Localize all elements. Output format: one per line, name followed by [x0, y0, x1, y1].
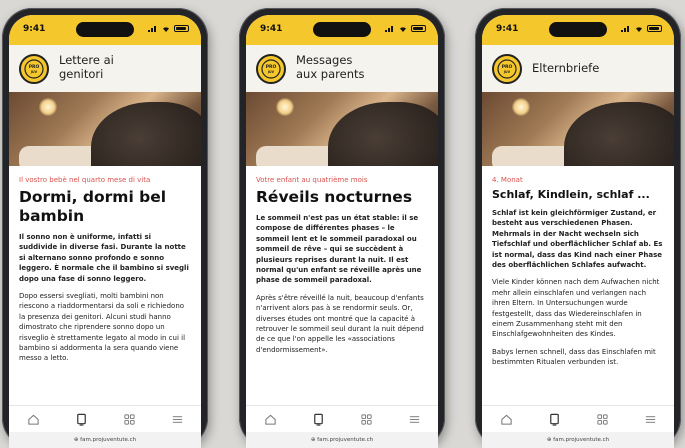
screen: 9:41 PRO JUV Lettere ai genitori Il vostr… — [9, 15, 201, 448]
tab-menu[interactable] — [171, 413, 184, 426]
tab-topics[interactable] — [123, 413, 136, 426]
phone-french: 9:41 PRO JUV Messages aux parents Votre e… — [239, 8, 445, 448]
lamp-glow — [512, 98, 530, 116]
tab-letters[interactable] — [548, 413, 561, 426]
article-lead: Schlaf ist kein gleichförmiger Zustand, … — [492, 209, 663, 270]
article-content: Il vostro bebè nel quarto mese di vita D… — [9, 166, 201, 404]
header-title: Messages aux parents — [296, 53, 365, 81]
system-icons — [385, 25, 426, 32]
tab-home[interactable] — [500, 413, 513, 426]
signal-icon — [148, 26, 156, 32]
article-paragraph: Dopo essersi svegliati, molti bambini no… — [19, 292, 186, 363]
parent-silhouette — [91, 102, 201, 166]
dynamic-island — [313, 22, 371, 37]
browser-url[interactable]: ⊕ fam.projuventute.ch — [482, 432, 674, 448]
signal-icon — [385, 26, 393, 32]
phone-german: 9:41 PRO JUV Elternbriefe 4. Monat Schlaf… — [475, 8, 681, 448]
browser-url[interactable]: ⊕ fam.projuventute.ch — [9, 432, 201, 448]
article-paragraph: Viele Kinder können nach dem Aufwachen n… — [492, 278, 660, 339]
svg-text:JUV: JUV — [267, 70, 275, 74]
app-header: PRO JUV Messages aux parents — [246, 45, 438, 92]
grid-icon — [123, 413, 135, 425]
lamp-glow — [39, 98, 57, 116]
svg-text:JUV: JUV — [503, 70, 511, 74]
article-kicker: Il vostro bebè nel quarto mese di vita — [19, 176, 151, 184]
system-icons — [621, 25, 662, 32]
battery-icon — [411, 25, 426, 32]
header-title: Elternbriefe — [532, 61, 600, 75]
article-headline: Schlaf, Kindlein, schlaf ... — [492, 188, 650, 201]
tab-menu[interactable] — [644, 413, 657, 426]
app-header: PRO JUV Elternbriefe — [482, 45, 674, 92]
article-content: 4. Monat Schlaf, Kindlein, schlaf ... Sc… — [482, 166, 674, 404]
tab-bar — [9, 405, 201, 432]
pro-juventute-logo[interactable]: PRO JUV — [19, 54, 49, 84]
logo-mark-icon: PROJUV — [261, 59, 281, 79]
home-icon — [27, 414, 39, 425]
article-kicker: 4. Monat — [492, 176, 523, 184]
status-time: 9:41 — [23, 24, 46, 34]
screen: 9:41 PRO JUV Elternbriefe 4. Monat Schlaf… — [482, 15, 674, 448]
tab-letters[interactable] — [312, 413, 325, 426]
menu-icon — [172, 415, 182, 423]
logo-mark-icon: PROJUV — [497, 59, 517, 79]
hero-photo — [9, 92, 201, 166]
status-time: 9:41 — [260, 24, 283, 34]
logo-mark-icon: PROJUV — [24, 59, 44, 79]
tab-bar — [482, 405, 674, 432]
tab-home[interactable] — [264, 413, 277, 426]
phone-italian: 9:41 PRO JUV Lettere ai genitori Il vostr… — [2, 8, 208, 448]
article-kicker: Votre enfant au quatrième mois — [256, 176, 368, 184]
article-lead: Il sonno non è uniforme, infatti si sudd… — [19, 233, 189, 283]
tab-topics[interactable] — [596, 413, 609, 426]
status-time: 9:41 — [496, 24, 519, 34]
svg-text:JUV: JUV — [30, 70, 38, 74]
status-bar: 9:41 — [482, 15, 674, 45]
tablet-icon — [549, 413, 559, 426]
battery-icon — [174, 25, 189, 32]
tab-home[interactable] — [27, 413, 40, 426]
article-paragraph: Babys lernen schnell, dass das Einschlaf… — [492, 347, 656, 367]
system-icons — [148, 25, 189, 32]
tablet-icon — [76, 413, 86, 426]
signal-icon — [621, 26, 629, 32]
screen: 9:41 PRO JUV Messages aux parents Votre e… — [246, 15, 438, 448]
wifi-icon — [636, 27, 642, 32]
wifi-icon — [163, 27, 169, 32]
tab-topics[interactable] — [360, 413, 373, 426]
tab-menu[interactable] — [408, 413, 421, 426]
home-icon — [500, 414, 512, 425]
hero-photo — [482, 92, 674, 166]
menu-icon — [409, 415, 419, 423]
wifi-icon — [400, 27, 406, 32]
hero-photo — [246, 92, 438, 166]
article-lead: Le sommeil n'est pas un état stable: il … — [256, 214, 422, 285]
article-content: Votre enfant au quatrième mois Réveils n… — [246, 166, 438, 404]
pro-juventute-logo[interactable]: PRO JUV — [256, 54, 286, 84]
tablet-icon — [313, 413, 323, 426]
article-paragraph: Après s'être réveillé la nuit, beaucoup … — [256, 293, 424, 354]
header-title: Lettere ai genitori — [59, 53, 114, 81]
lamp-glow — [276, 98, 294, 116]
grid-icon — [360, 413, 372, 425]
parent-silhouette — [328, 102, 438, 166]
app-header: PRO JUV Lettere ai genitori — [9, 45, 201, 92]
tab-bar — [246, 405, 438, 432]
parent-silhouette — [564, 102, 674, 166]
tab-letters[interactable] — [75, 413, 88, 426]
dynamic-island — [549, 22, 607, 37]
browser-url[interactable]: ⊕ fam.projuventute.ch — [246, 432, 438, 448]
article-headline: Réveils nocturnes — [256, 188, 413, 206]
pro-juventute-logo[interactable]: PRO JUV — [492, 54, 522, 84]
article-headline: Dormi, dormi bel bambin — [19, 188, 167, 225]
grid-icon — [596, 413, 608, 425]
dynamic-island — [76, 22, 134, 37]
menu-icon — [645, 415, 655, 423]
home-icon — [264, 414, 276, 425]
status-bar: 9:41 — [246, 15, 438, 45]
status-bar: 9:41 — [9, 15, 201, 45]
battery-icon — [647, 25, 662, 32]
